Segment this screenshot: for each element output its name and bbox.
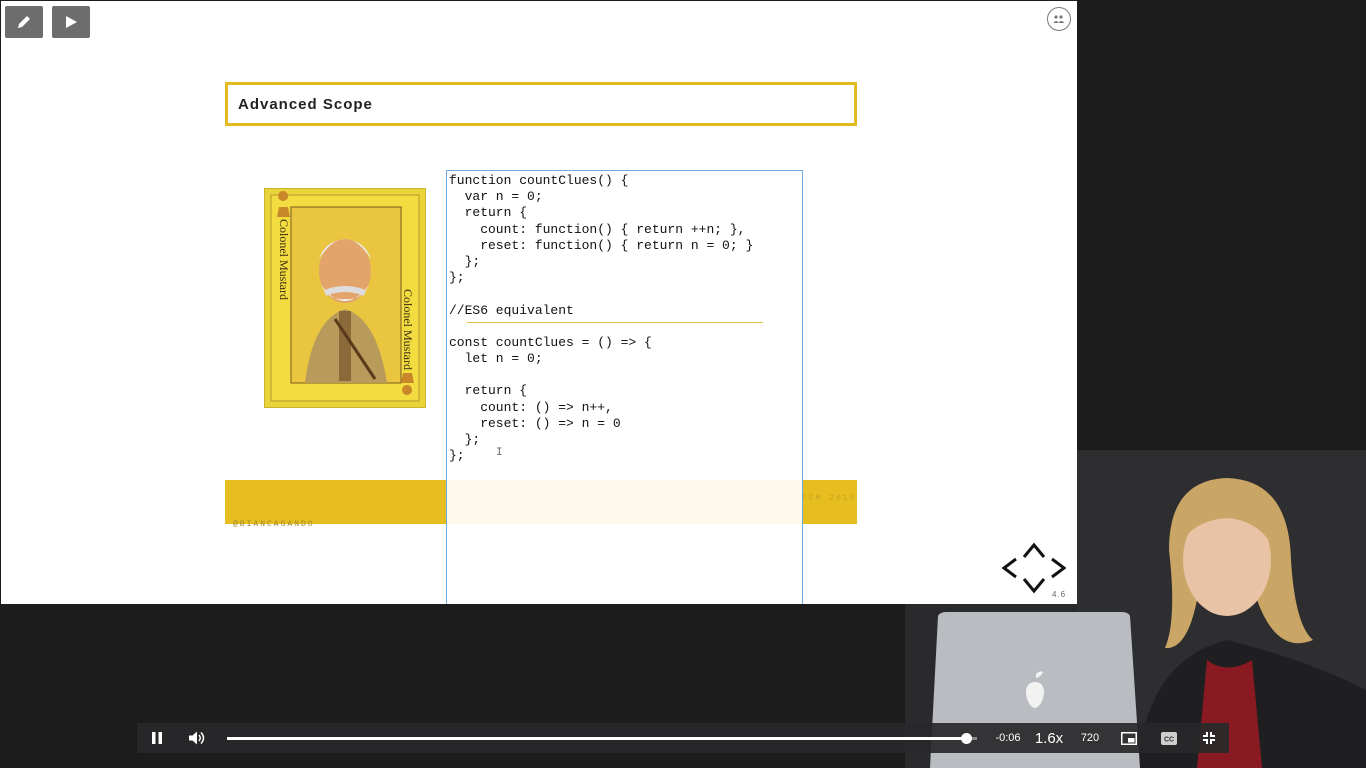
pause-icon: [152, 732, 162, 744]
code-line: //ES6 equivalent: [449, 302, 574, 318]
code-line: };: [449, 432, 481, 447]
slide-number: 4.6: [1052, 590, 1067, 599]
slide-author-handle: @BIANCAGANDO: [233, 520, 315, 529]
code-line: function countClues() {: [449, 173, 629, 188]
colonel-mustard-card-image: Colonel Mustard Colonel Mustard: [264, 188, 426, 408]
text-cursor-icon: I: [496, 447, 503, 459]
volume-button[interactable]: [185, 723, 209, 753]
code-line: var n = 0;: [449, 189, 543, 205]
exit-fullscreen-button[interactable]: [1197, 723, 1221, 753]
draw-button[interactable]: [5, 6, 43, 38]
play-slides-button[interactable]: [52, 6, 90, 38]
time-remaining: -0:06: [995, 732, 1021, 744]
picture-in-picture-button[interactable]: [1117, 723, 1141, 753]
code-line: count: () => n++,: [449, 399, 613, 415]
code-divider-line: [467, 322, 763, 323]
progress-handle[interactable]: [960, 733, 972, 744]
exit-fullscreen-icon: [1203, 732, 1215, 744]
code-line: return {: [449, 205, 528, 221]
code-line: };: [449, 448, 465, 464]
code-line: reset: () => n = 0: [449, 415, 621, 431]
card-label-left: Colonel Mustard: [277, 219, 291, 300]
playback-speed-button[interactable]: 1.6x: [1031, 723, 1067, 753]
slide-title-box: Advanced Scope: [225, 82, 857, 126]
code-line: reset: function() { return n = 0; }: [449, 237, 754, 253]
slide-title: Advanced Scope: [238, 95, 373, 113]
frontend-masters-logo: [1002, 542, 1066, 594]
captions-icon: CC: [1161, 731, 1177, 745]
code-line: };: [449, 270, 465, 286]
slide-canvas: Advanced Scope Colonel Mustard Colonel M…: [1, 1, 1077, 604]
slide-footer-right: FEM 2015: [802, 494, 857, 503]
code-line: let n = 0;: [449, 351, 543, 367]
svg-text:CC: CC: [1164, 736, 1174, 743]
captions-button[interactable]: CC: [1157, 723, 1181, 753]
pencil-icon: [18, 16, 30, 28]
video-control-bar: -0:06 1.6x 720 CC: [137, 723, 1229, 753]
code-line: };: [449, 253, 481, 269]
code-line: const countClues = () => {: [449, 334, 652, 350]
quality-button[interactable]: 720: [1075, 723, 1105, 753]
share-button[interactable]: [1047, 7, 1071, 31]
volume-icon: [189, 731, 205, 745]
progress-bar[interactable]: [227, 733, 977, 744]
card-label-right: Colonel Mustard: [401, 289, 415, 370]
code-line: return {: [449, 383, 528, 399]
code-snippet-panel: function countClues() { var n = 0; retur…: [446, 170, 803, 604]
pause-button[interactable]: [145, 723, 169, 753]
progress-fill: [227, 737, 966, 740]
code-line: count: function() { return ++n; },: [449, 221, 746, 237]
code-block: function countClues() { var n = 0; retur…: [449, 173, 753, 464]
play-icon: [66, 16, 77, 28]
share-icon: [1053, 15, 1065, 23]
picture-in-picture-icon: [1121, 731, 1137, 745]
